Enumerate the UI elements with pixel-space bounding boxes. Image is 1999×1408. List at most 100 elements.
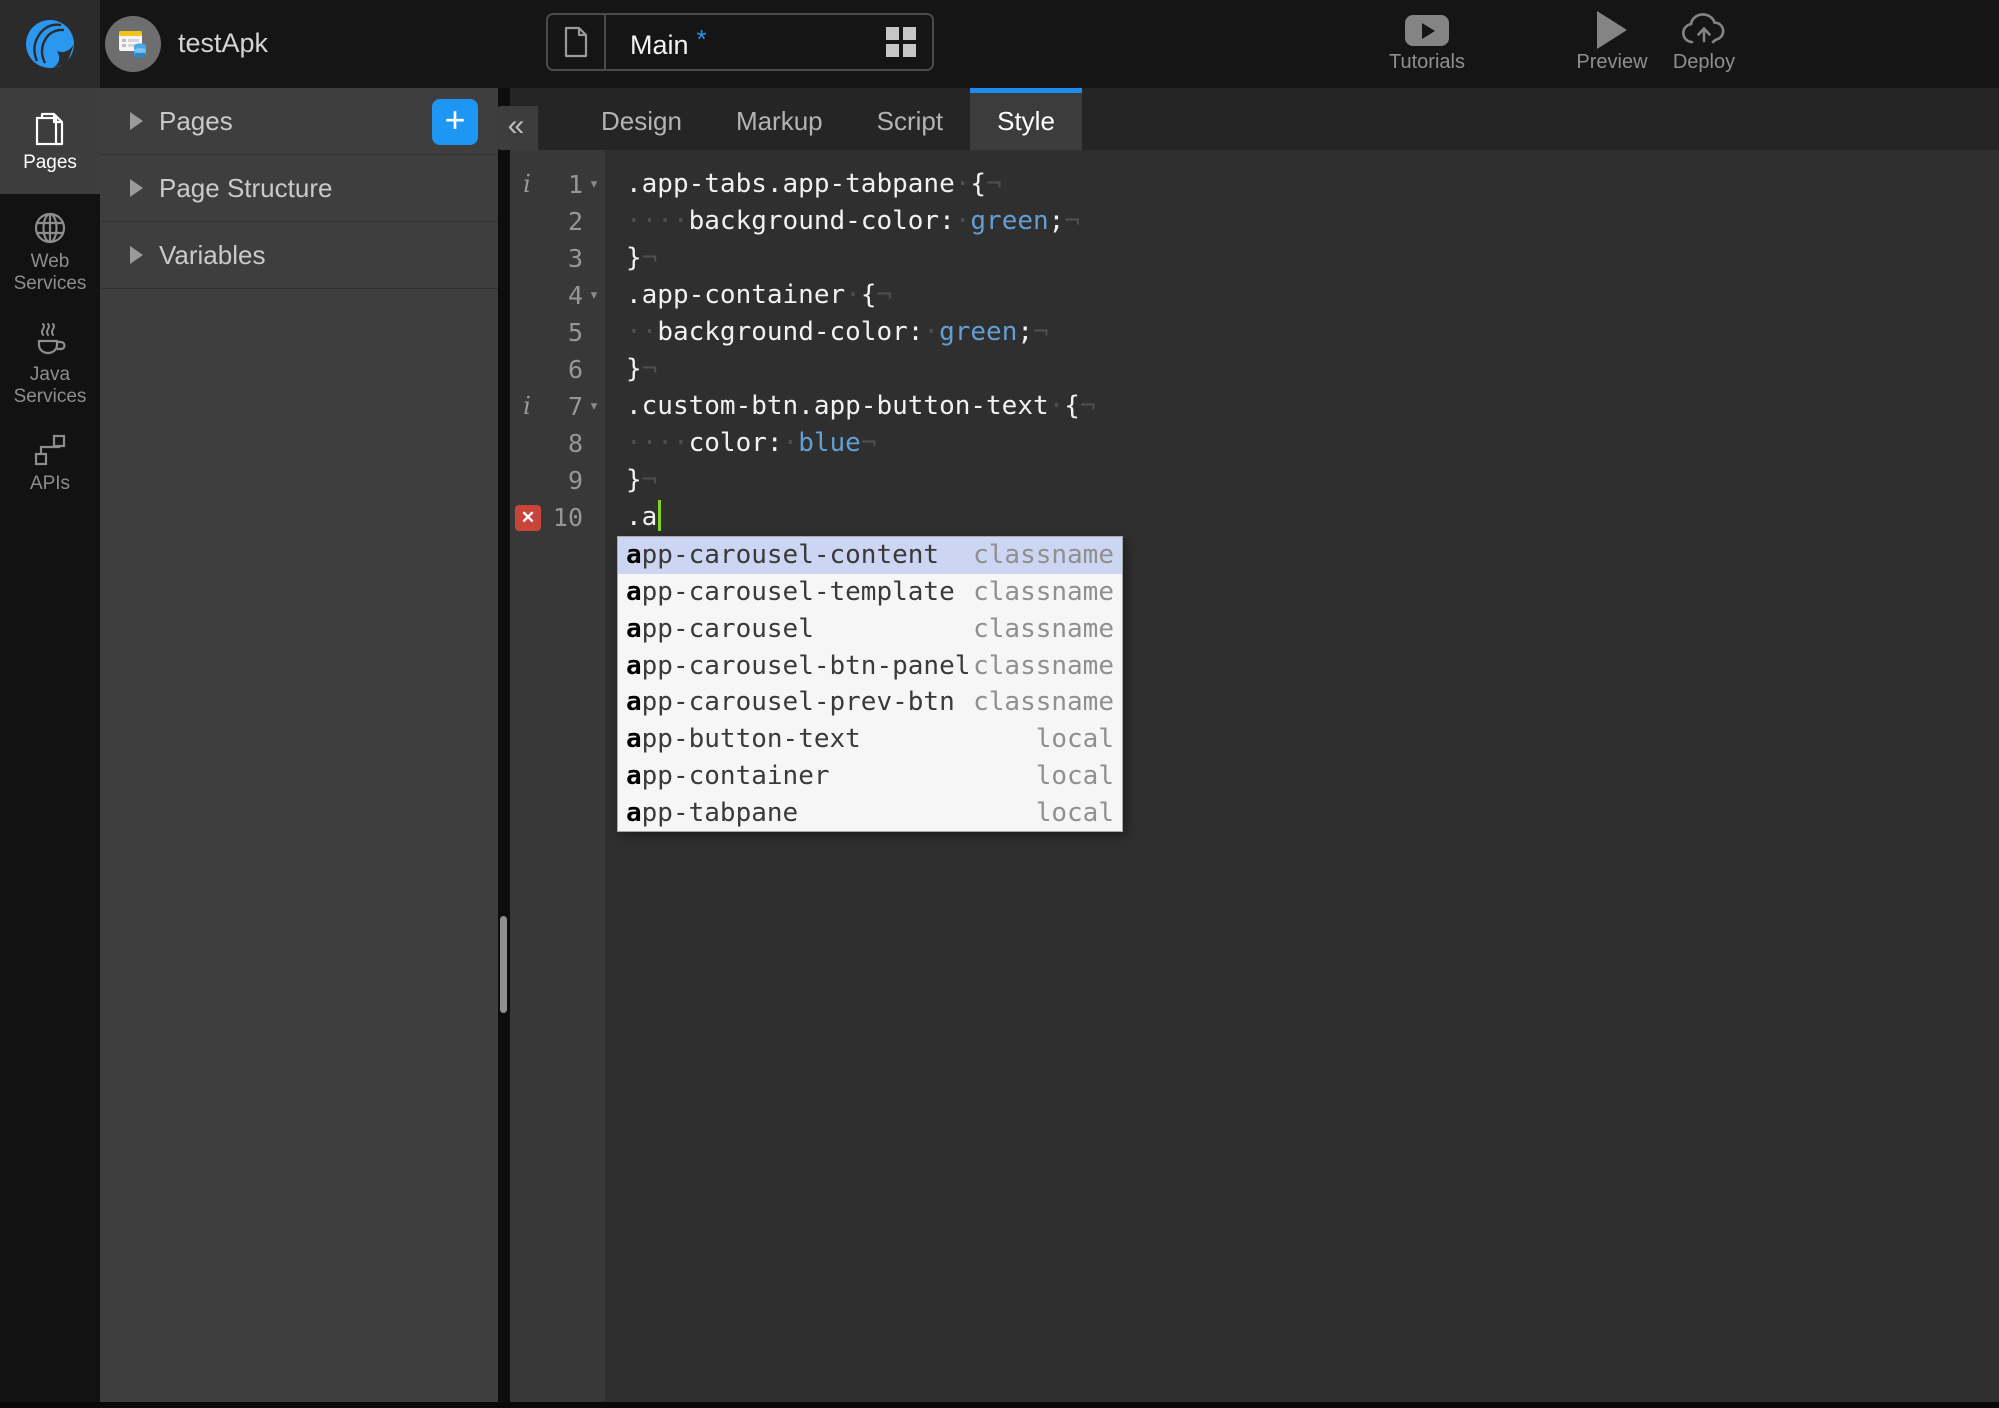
style-code-editor[interactable]: i 1 ▾ .app-tabs.app-tabpane·{¬ 2 ····backgrou…	[510, 150, 1999, 1402]
collapsed-caret-icon[interactable]	[130, 179, 143, 197]
tutorials-button[interactable]: Tutorials	[1372, 12, 1482, 74]
panel-scrollbar-thumb[interactable]	[500, 916, 507, 1013]
tab-markup[interactable]: Markup	[709, 88, 850, 150]
app-window-db-icon	[119, 31, 146, 58]
play-icon	[1597, 11, 1627, 49]
tab-design[interactable]: Design	[574, 88, 709, 150]
autocomplete-item[interactable]: app-carousel-content classname	[618, 537, 1122, 574]
line-number: 9	[567, 466, 583, 495]
api-nodes-icon	[34, 434, 66, 466]
tab-style[interactable]: Style	[970, 88, 1082, 150]
coffee-cup-icon	[37, 323, 66, 355]
sidebar-item-web-services[interactable]: Web Services	[0, 210, 100, 295]
code-text[interactable]: .custom-btn.app-button-text·{¬	[605, 388, 1096, 425]
collapsed-caret-icon[interactable]	[130, 112, 143, 130]
open-page-tab[interactable]: Main *	[546, 13, 934, 71]
page-name: Main	[630, 29, 689, 60]
panel-section-pages[interactable]: Pages +	[100, 88, 498, 155]
fold-icon[interactable]: ▾	[583, 277, 605, 314]
text-cursor	[658, 500, 662, 531]
deploy-button[interactable]: Deploy	[1658, 12, 1750, 74]
top-bar: testApk Main * Tutorials Preview Deploy	[0, 0, 1999, 88]
info-marker-icon: i	[523, 170, 531, 198]
autocomplete-dropdown: app-carousel-content classname app-carouse…	[617, 536, 1123, 832]
line-number: 3	[567, 244, 583, 273]
code-text[interactable]: ····color:·blue¬	[605, 425, 876, 462]
collapse-panel-button[interactable]: «	[494, 106, 538, 150]
hint-kind-label: local	[1035, 760, 1114, 791]
tutorials-label: Tutorials	[1389, 51, 1465, 73]
autocomplete-item[interactable]: app-carousel classname	[618, 611, 1122, 648]
line-number: 2	[567, 207, 583, 236]
bottom-bar	[0, 1402, 1999, 1408]
hint-kind-label: classname	[973, 613, 1114, 644]
autocomplete-item[interactable]: app-carousel-prev-btn classname	[618, 684, 1122, 721]
page-grid-icon[interactable]	[886, 27, 916, 57]
panel-section-variables[interactable]: Variables	[100, 222, 498, 289]
code-line[interactable]: 9 }¬	[510, 462, 1999, 499]
code-lines: i 1 ▾ .app-tabs.app-tabpane·{¬ 2 ····backgrou…	[510, 150, 1999, 536]
autocomplete-item[interactable]: app-container local	[618, 758, 1122, 795]
code-text[interactable]: }¬	[605, 462, 657, 499]
hint-kind-label: classname	[973, 540, 1114, 571]
code-line[interactable]: ✕ 10 .a	[510, 499, 1999, 536]
line-number: 6	[567, 355, 583, 384]
sidebar-item-pages[interactable]: Pages	[0, 88, 100, 194]
autocomplete-item[interactable]: app-carousel-btn-panel classname	[618, 647, 1122, 684]
cloud-upload-icon	[1682, 13, 1725, 44]
fold-icon[interactable]: ▾	[583, 166, 605, 203]
globe-icon	[34, 212, 66, 244]
code-text[interactable]: .app-tabs.app-tabpane·{¬	[605, 166, 1002, 203]
autocomplete-item[interactable]: app-tabpane local	[618, 794, 1122, 831]
line-number: 8	[567, 429, 583, 458]
app-icon[interactable]	[105, 16, 161, 72]
hint-kind-label: classname	[973, 577, 1114, 608]
pages-icon	[35, 112, 64, 146]
code-line[interactable]: 3 }¬	[510, 240, 1999, 277]
sidebar-item-java-services[interactable]: Java Services	[0, 321, 100, 408]
page-file-icon	[548, 15, 606, 69]
code-text[interactable]: ··background-color:·green;¬	[605, 314, 1049, 351]
hint-kind-label: local	[1035, 797, 1114, 828]
app-logo-block[interactable]	[0, 0, 100, 88]
error-marker-icon: ✕	[515, 504, 541, 531]
code-line[interactable]: 5 ··background-color:·green;¬	[510, 314, 1999, 351]
autocomplete-item[interactable]: app-button-text local	[618, 721, 1122, 758]
code-line[interactable]: i 1 ▾ .app-tabs.app-tabpane·{¬	[510, 166, 1999, 203]
code-text[interactable]: }¬	[605, 240, 657, 277]
editor-tab-bar: Design Markup Script Style	[510, 88, 1999, 150]
youtube-icon	[1405, 14, 1449, 46]
autocomplete-item[interactable]: app-carousel-template classname	[618, 574, 1122, 611]
fold-icon[interactable]: ▾	[583, 388, 605, 425]
tab-script[interactable]: Script	[850, 88, 970, 150]
line-number: 5	[567, 318, 583, 347]
line-number: 1	[567, 170, 583, 199]
page-tab-label: Main *	[606, 24, 886, 61]
code-text[interactable]: .app-container·{¬	[605, 277, 892, 314]
brand-wave-icon	[26, 20, 74, 68]
panel-section-page-structure[interactable]: Page Structure	[100, 155, 498, 222]
line-number: 10	[552, 503, 583, 532]
collapsed-caret-icon[interactable]	[130, 246, 143, 264]
editor-region: Design Markup Script Style i 1 ▾ .app-tabs.app…	[510, 88, 1999, 1402]
code-text[interactable]: .a	[605, 499, 662, 536]
code-line[interactable]: 2 ····background-color:·green;¬	[510, 203, 1999, 240]
preview-button[interactable]: Preview	[1562, 11, 1662, 74]
code-line[interactable]: i 7 ▾ .custom-btn.app-button-text·{¬	[510, 388, 1999, 425]
code-text[interactable]: }¬	[605, 351, 657, 388]
code-line[interactable]: 4 ▾ .app-container·{¬	[510, 277, 1999, 314]
line-number: 7	[567, 392, 583, 421]
hint-kind-label: local	[1035, 724, 1114, 755]
panel-editor-divider[interactable]	[498, 88, 510, 1402]
code-line[interactable]: 6 }¬	[510, 351, 1999, 388]
sidebar-item-apis[interactable]: APIs	[0, 432, 100, 495]
project-panel: Pages + Page Structure Variables	[100, 88, 498, 1402]
unsaved-indicator: *	[696, 23, 707, 54]
code-line[interactable]: 8 ····color:·blue¬	[510, 425, 1999, 462]
preview-label: Preview	[1576, 51, 1648, 73]
code-text[interactable]: ····background-color:·green;¬	[605, 203, 1080, 240]
left-icon-sidebar: Pages Web Services Java Services APIs	[0, 88, 100, 1402]
app-name: testApk	[178, 28, 269, 58]
add-page-button[interactable]: +	[432, 99, 478, 145]
hint-kind-label: classname	[973, 687, 1114, 718]
